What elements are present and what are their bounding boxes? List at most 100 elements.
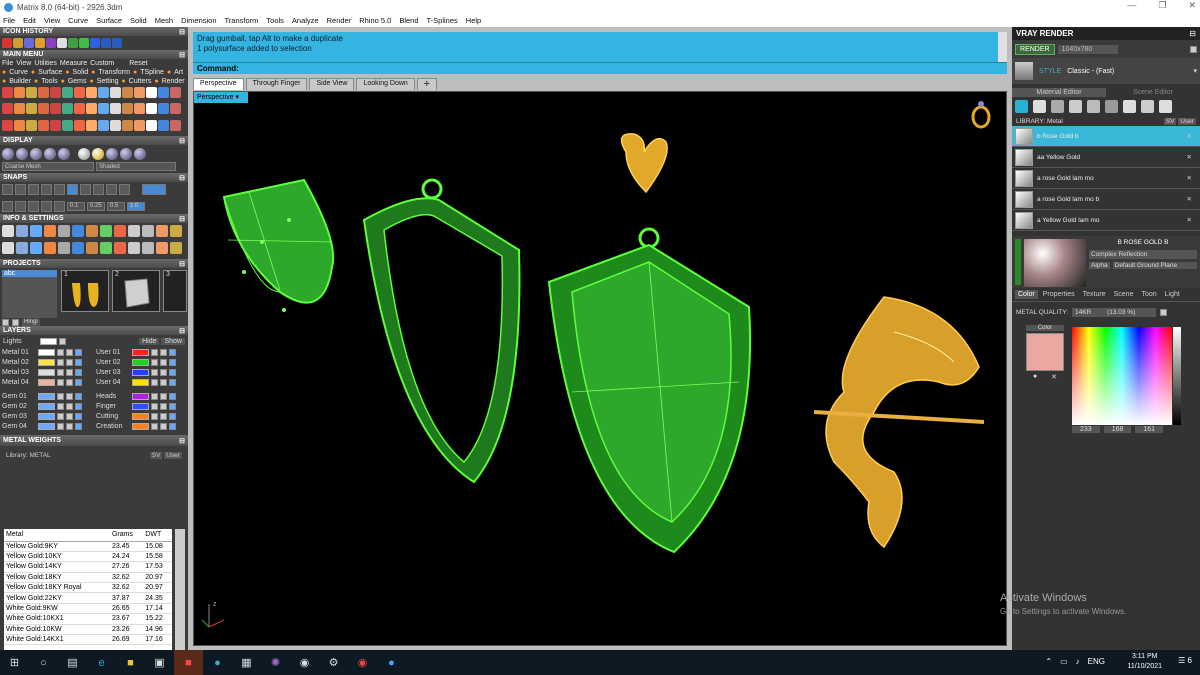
snap-icon[interactable] — [15, 200, 26, 212]
tool-icon[interactable] — [50, 119, 61, 131]
menu-help[interactable]: Help — [466, 16, 481, 25]
app-icon-blue[interactable]: ● — [203, 650, 232, 675]
layer-toggle-icon[interactable] — [75, 422, 82, 430]
menu-analyze[interactable]: Analyze — [292, 16, 319, 25]
menu-transform[interactable]: Transform — [225, 16, 259, 25]
menu-file[interactable]: File — [3, 16, 15, 25]
info-tool-icon[interactable] — [142, 242, 154, 254]
display-sphere-icon[interactable] — [44, 147, 56, 160]
snap-icon[interactable] — [15, 184, 26, 195]
layer-row[interactable]: User 01 — [96, 347, 184, 357]
layer-toggle-icon[interactable] — [75, 348, 82, 356]
tool-icon[interactable] — [2, 119, 13, 131]
tab-side-view[interactable]: Side View — [309, 78, 355, 90]
command-line[interactable]: Command: — [193, 62, 1007, 74]
layer-toggle-icon[interactable] — [169, 348, 176, 356]
layer-toggle-icon[interactable] — [169, 402, 176, 410]
layer-row[interactable]: Creation — [96, 421, 184, 431]
layer-visibility-icon[interactable] — [66, 358, 73, 366]
layer-visibility-icon[interactable] — [66, 422, 73, 430]
snap-icon[interactable] — [67, 184, 78, 195]
metal-quality-select[interactable]: 14KR (13.03 %) — [1072, 308, 1157, 317]
shield-pendant-model[interactable] — [547, 227, 752, 554]
tab-properties[interactable]: Properties — [1040, 290, 1078, 299]
layer-row[interactable]: Metal 01 — [2, 347, 90, 357]
table-row[interactable]: White Gold:14KX1 26.69 17.16 — [4, 634, 172, 646]
eyedropper-icon[interactable]: ● — [1033, 373, 1037, 381]
info-tool-icon[interactable] — [128, 242, 140, 254]
tool-icon[interactable] — [74, 103, 85, 115]
color-swatch[interactable] — [1026, 333, 1064, 371]
mm-gems[interactable]: Gems — [68, 78, 87, 85]
snap-icon[interactable] — [106, 184, 117, 195]
info-tool-icon[interactable] — [128, 225, 140, 237]
mesh-select[interactable]: Coarse Mesh — [2, 162, 94, 171]
snap-icon[interactable] — [80, 184, 91, 195]
menu-mesh[interactable]: Mesh — [155, 16, 173, 25]
store-icon[interactable]: ▣ — [145, 650, 174, 675]
blue-value[interactable]: 161 — [1135, 426, 1164, 433]
layer-color-swatch[interactable] — [38, 378, 55, 386]
layer-row[interactable]: Gem 04 — [2, 421, 90, 431]
menu-solid[interactable]: Solid — [130, 16, 147, 25]
file-explorer-icon[interactable]: ■ — [116, 650, 145, 675]
tab-looking-down[interactable]: Looking Down — [356, 78, 415, 90]
info-tool-icon[interactable] — [156, 225, 168, 237]
tool-icon[interactable] — [62, 103, 73, 115]
tool-icon[interactable] — [14, 103, 25, 115]
layer-color-swatch[interactable] — [38, 422, 55, 430]
tool-icon[interactable] — [158, 119, 169, 131]
table-scrollbar[interactable] — [175, 529, 185, 650]
settings-icon[interactable] — [1190, 45, 1197, 53]
project-thumb-1[interactable]: 1 — [61, 270, 109, 312]
project-name[interactable]: abc — [2, 270, 57, 277]
layer-visibility-icon[interactable] — [160, 412, 167, 420]
up-icon[interactable] — [12, 319, 19, 326]
user-button[interactable]: User — [164, 452, 182, 459]
layer-lock-icon[interactable] — [57, 412, 64, 420]
layer-visibility-icon[interactable] — [160, 358, 167, 366]
mm-builder[interactable]: Builder — [9, 78, 31, 85]
info-tool-icon[interactable] — [30, 225, 42, 237]
tool-icon[interactable] — [35, 38, 45, 48]
layer-visibility-icon[interactable] — [66, 368, 73, 376]
layer-row[interactable]: Gem 01 — [2, 391, 90, 401]
material-tool-icon[interactable] — [1123, 100, 1136, 113]
tool-icon[interactable] — [2, 103, 13, 115]
tool-icon[interactable] — [134, 87, 145, 98]
layers-header[interactable]: LAYERS ⊟ — [0, 326, 188, 335]
info-tool-icon[interactable] — [114, 242, 126, 254]
tab-through-finger[interactable]: Through Finger — [245, 78, 308, 90]
snap-value[interactable]: 0.5 — [107, 201, 125, 211]
main-menu-header[interactable]: MAIN MENU ⊟ — [0, 50, 188, 59]
viewport-name-label[interactable]: Perspective ▾ — [194, 92, 248, 103]
matrix-app-icon[interactable]: ■ — [174, 650, 203, 675]
tool-icon[interactable] — [146, 103, 157, 115]
app-icon-grey[interactable]: ◉ — [290, 650, 319, 675]
layer-color-swatch[interactable] — [132, 402, 149, 410]
layer-color-swatch[interactable] — [38, 358, 55, 366]
layer-color-swatch[interactable] — [132, 358, 149, 366]
layer-visibility-icon[interactable] — [66, 378, 73, 386]
mm-measure[interactable]: Measure — [60, 60, 87, 67]
heart-bail-model[interactable] — [620, 133, 668, 194]
tool-icon[interactable] — [110, 119, 121, 131]
layer-color-swatch[interactable] — [38, 368, 55, 376]
layer-color-swatch[interactable] — [38, 412, 55, 420]
layer-color-swatch[interactable] — [38, 348, 55, 356]
tool-icon[interactable] — [158, 87, 169, 98]
shield-front-model[interactable] — [222, 178, 335, 312]
layer-color-swatch[interactable] — [38, 402, 55, 410]
info-tool-icon[interactable] — [44, 242, 56, 254]
tab-toon[interactable]: Toon — [1138, 290, 1159, 299]
layer-toggle-icon[interactable] — [75, 412, 82, 420]
layer-visibility-icon[interactable] — [160, 392, 167, 400]
tool-icon[interactable] — [2, 38, 12, 48]
info-tool-icon[interactable] — [170, 225, 182, 237]
table-row[interactable]: Yellow Gold:18KY 32.62 20.97 — [4, 572, 172, 584]
layer-lock-icon[interactable] — [151, 358, 158, 366]
layer-toggle-icon[interactable] — [75, 378, 82, 386]
tool-icon[interactable] — [122, 119, 133, 131]
menu-surface[interactable]: Surface — [96, 16, 122, 25]
info-tool-icon[interactable] — [100, 225, 112, 237]
